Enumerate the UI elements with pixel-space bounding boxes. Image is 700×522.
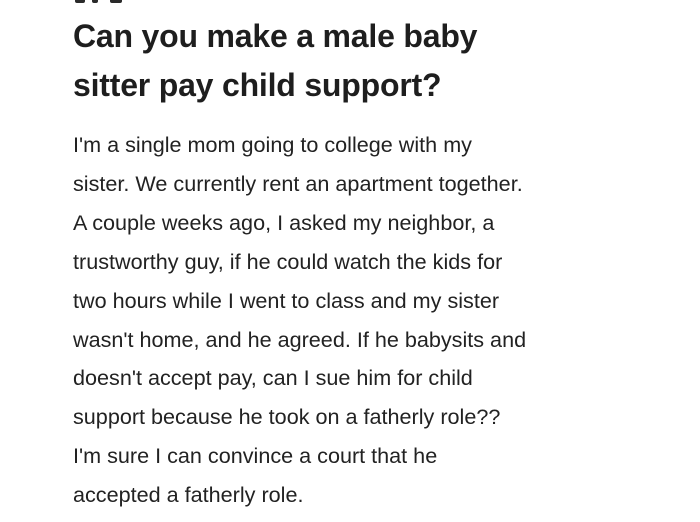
- post-title: Can you make a male baby sitter pay chil…: [73, 12, 673, 110]
- cropped-previous-line: [0, 0, 700, 6]
- post-body-line: I'm sure I can convince a court that he: [73, 443, 438, 469]
- post-body-line: A couple weeks ago, I asked my neighbor,…: [73, 209, 495, 235]
- post-body-line: two hours while I went to class and my s…: [73, 287, 500, 313]
- post-body: I'm a single mom going to college with m…: [73, 126, 653, 515]
- question-post: Can you make a male baby sitter pay chil…: [73, 12, 673, 110]
- post-body-line: I'm a single mom going to college with m…: [73, 132, 472, 157]
- post-title-line: sitter pay child support?: [73, 67, 442, 103]
- post-body-line: accepted a fatherly role.: [73, 482, 304, 508]
- post-title-line: Can you make a male baby: [73, 18, 478, 54]
- post-body-line: doesn't accept pay, can I sue him for ch…: [73, 365, 473, 391]
- post-body-line: sister. We currently rent an apartment t…: [73, 170, 523, 196]
- post-body-line: trustworthy guy, if he could watch the k…: [73, 248, 503, 274]
- post-body-line: support because he took on a fatherly ro…: [73, 404, 501, 430]
- post-body-line: wasn't home, and he agreed. If he babysi…: [73, 326, 527, 352]
